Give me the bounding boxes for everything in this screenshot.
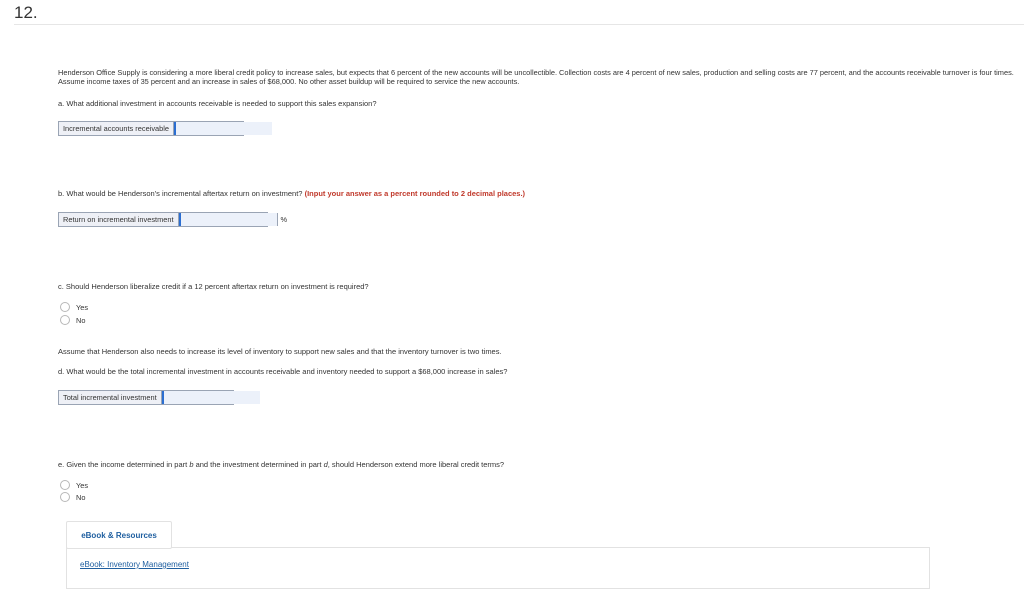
part-c-question: c. Should Henderson liberalize credit if…: [58, 282, 369, 291]
part-d-label: Total incremental investment: [59, 391, 162, 404]
part-c-option-no[interactable]: No: [60, 315, 85, 325]
radio-no[interactable]: [60, 492, 70, 502]
part-c-option-yes[interactable]: Yes: [60, 302, 88, 312]
header-divider: [14, 24, 1024, 25]
option-label: No: [76, 492, 86, 502]
option-label: Yes: [76, 302, 89, 312]
ebook-resources-tab[interactable]: eBook & Resources: [66, 521, 172, 549]
part-e-text-1: e. Given the income determined in part: [58, 460, 190, 469]
return-on-investment-input[interactable]: [178, 213, 277, 226]
part-b-answer-row: Return on incremental investment %: [58, 212, 291, 227]
part-a-label: Incremental accounts receivable: [59, 122, 174, 135]
ebook-inventory-link[interactable]: eBook: Inventory Management: [80, 560, 189, 569]
incremental-ar-input[interactable]: [174, 122, 272, 135]
total-incremental-investment-input[interactable]: [161, 391, 260, 404]
question-number: 12.: [14, 3, 38, 22]
part-e-option-yes[interactable]: Yes: [60, 480, 88, 490]
part-d-answer-row: Total incremental investment: [58, 390, 260, 405]
radio-yes[interactable]: [60, 480, 70, 490]
part-a-answer-row: Incremental accounts receivable: [58, 121, 272, 136]
part-e-option-no[interactable]: No: [60, 492, 85, 502]
radio-yes[interactable]: [60, 302, 70, 312]
resources-panel: [66, 547, 930, 589]
part-b-label: Return on incremental investment: [59, 213, 179, 226]
option-label: Yes: [76, 480, 89, 490]
part-e-text-3: , should Henderson extend more liberal c…: [327, 460, 505, 469]
part-e-question: e. Given the income determined in part b…: [58, 460, 504, 469]
problem-intro: Henderson Office Supply is considering a…: [58, 68, 1014, 86]
assumption-text: Assume that Henderson also needs to incr…: [58, 347, 502, 356]
radio-no[interactable]: [60, 315, 70, 325]
option-label: No: [76, 315, 86, 325]
part-b-question: b. What would be Henderson's incremental…: [58, 189, 525, 198]
percent-unit: %: [276, 213, 291, 226]
part-e-text-2: and the investment determined in part: [193, 460, 324, 469]
part-d-question: d. What would be the total incremental i…: [58, 367, 508, 376]
part-b-note: (Input your answer as a percent rounded …: [304, 189, 526, 198]
part-a-question: a. What additional investment in account…: [58, 99, 377, 108]
part-b-question-text: b. What would be Henderson's incremental…: [58, 189, 303, 198]
